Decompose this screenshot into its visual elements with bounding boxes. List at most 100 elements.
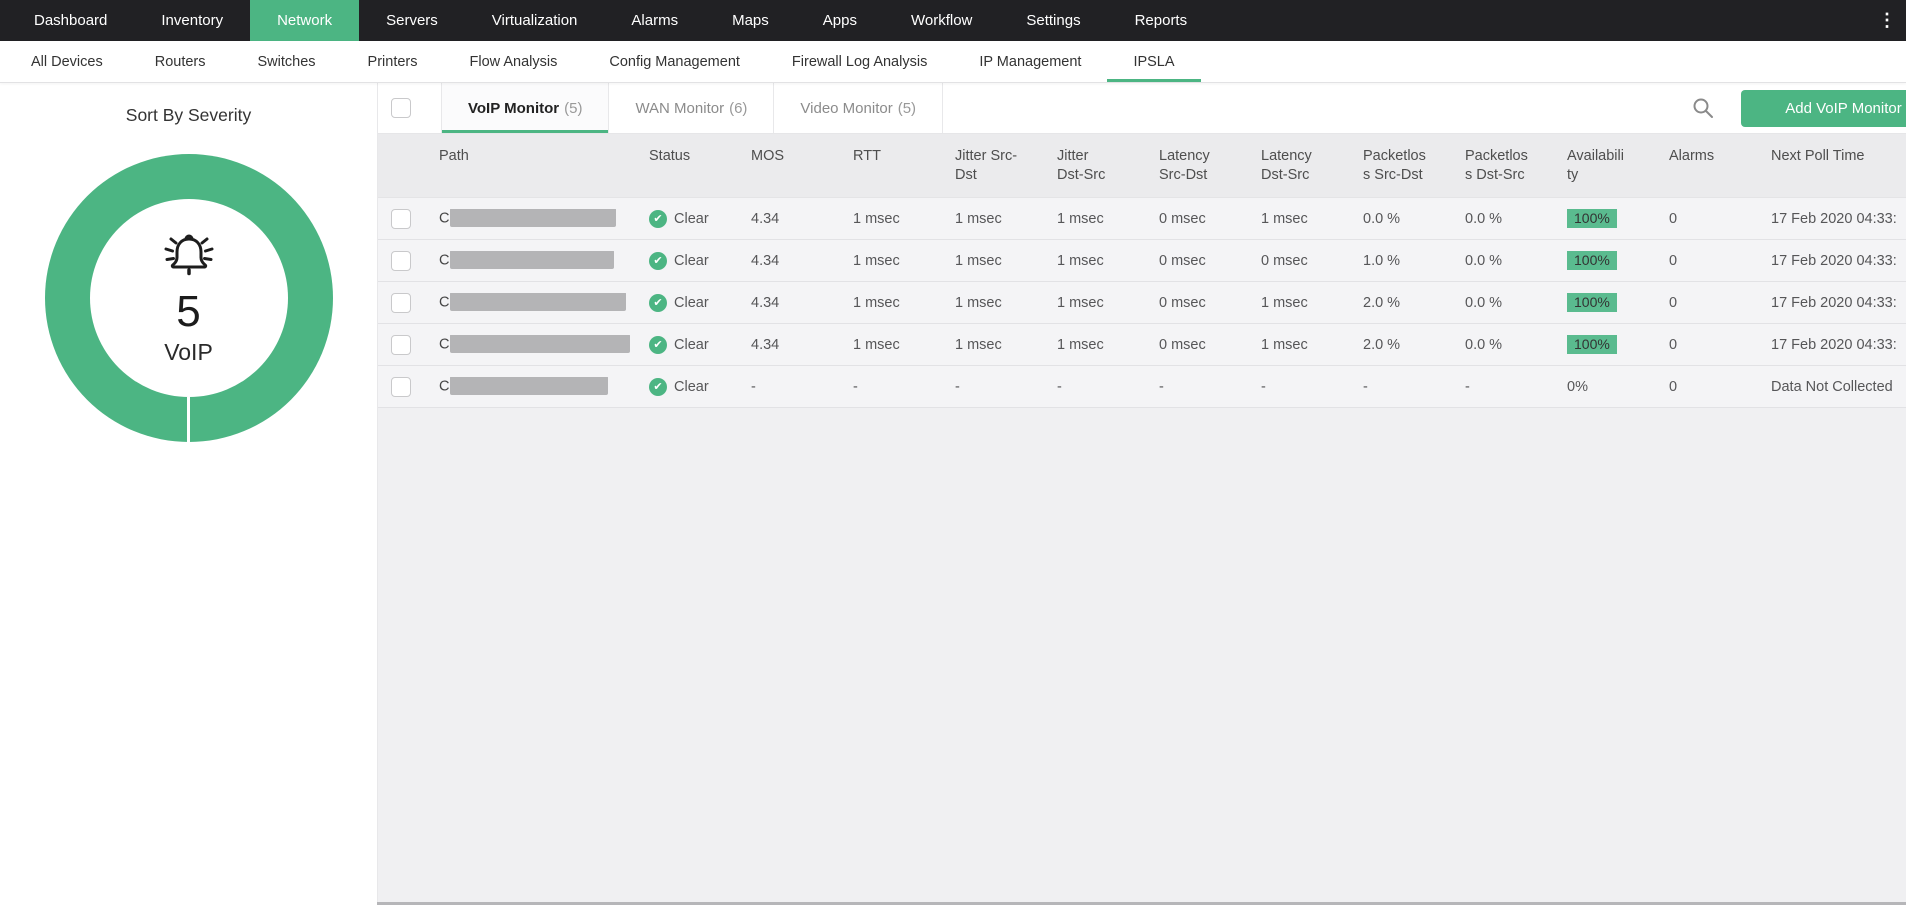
col-header-alarms[interactable]: Alarms bbox=[1669, 147, 1771, 197]
mos-cell: 4.34 bbox=[751, 253, 853, 269]
col-header-packetloss-src-dst[interactable]: Packetloss Src-Dst bbox=[1363, 147, 1465, 197]
topnav-item-alarms[interactable]: Alarms bbox=[604, 0, 705, 41]
path-cell: C bbox=[439, 251, 649, 270]
packetloss-src-dst-cell: 2.0 % bbox=[1363, 295, 1465, 311]
status-text: Clear bbox=[674, 337, 709, 353]
subnav-item-printers[interactable]: Printers bbox=[342, 41, 444, 82]
tab-video-monitor[interactable]: Video Monitor (5) bbox=[774, 83, 943, 133]
row-checkbox[interactable] bbox=[391, 251, 411, 271]
rtt-cell: 1 msec bbox=[853, 295, 955, 311]
col-header-status[interactable]: Status bbox=[649, 147, 751, 197]
table-row: C✔Clear4.341 msec1 msec1 msec0 msec1 mse… bbox=[378, 198, 1906, 240]
status-text: Clear bbox=[674, 295, 709, 311]
subnav-item-config-management[interactable]: Config Management bbox=[583, 41, 766, 82]
jitter-dst-src-cell: 1 msec bbox=[1057, 295, 1159, 311]
availability-cell: 100% bbox=[1567, 293, 1669, 312]
packetloss-dst-src-cell: - bbox=[1465, 379, 1567, 395]
tab-voip-monitor[interactable]: VoIP Monitor(5) bbox=[442, 83, 609, 133]
row-checkbox[interactable] bbox=[391, 209, 411, 229]
subnav-item-switches[interactable]: Switches bbox=[232, 41, 342, 82]
col-header-jitter-src-dst[interactable]: Jitter Src-Dst bbox=[955, 147, 1057, 197]
col-header-mos[interactable]: MOS bbox=[751, 147, 853, 197]
mos-cell: - bbox=[751, 379, 853, 395]
alarms-cell: 0 bbox=[1669, 211, 1771, 227]
alarms-cell: 0 bbox=[1669, 337, 1771, 353]
tab-label: Video Monitor bbox=[800, 100, 892, 117]
next-poll-cell: 17 Feb 2020 04:33: bbox=[1771, 337, 1906, 353]
table-row: C✔Clear--------0%0Data Not Collected bbox=[378, 366, 1906, 408]
jitter-dst-src-cell: - bbox=[1057, 379, 1159, 395]
status-cell: ✔ Clear bbox=[649, 252, 751, 270]
status-clear-icon: ✔ bbox=[649, 210, 667, 228]
mos-cell: 4.34 bbox=[751, 211, 853, 227]
tab-count: (6) bbox=[729, 100, 747, 117]
subnav-item-ip-management[interactable]: IP Management bbox=[953, 41, 1107, 82]
redacted-path-bar bbox=[450, 293, 626, 311]
table-row: C✔Clear4.341 msec1 msec1 msec0 msec1 mse… bbox=[378, 324, 1906, 366]
availability-cell: 100% bbox=[1567, 335, 1669, 354]
path-text: C bbox=[439, 210, 449, 226]
latency-dst-src-cell: 1 msec bbox=[1261, 211, 1363, 227]
col-header-latency-dst-src[interactable]: LatencyDst-Src bbox=[1261, 147, 1363, 197]
packetloss-src-dst-cell: 0.0 % bbox=[1363, 211, 1465, 227]
search-icon[interactable] bbox=[1692, 97, 1714, 119]
col-header-latency-src-dst[interactable]: LatencySrc-Dst bbox=[1159, 147, 1261, 197]
subnav-item-all-devices[interactable]: All Devices bbox=[5, 41, 129, 82]
severity-panel: Sort By Severity bbox=[0, 83, 377, 905]
topnav-item-apps[interactable]: Apps bbox=[796, 0, 884, 41]
subnav-item-firewall-log-analysis[interactable]: Firewall Log Analysis bbox=[766, 41, 953, 82]
table-header: PathStatusMOSRTTJitter Src-DstJitterDst-… bbox=[378, 134, 1906, 198]
add-voip-monitor-button[interactable]: Add VoIP Monitor bbox=[1741, 90, 1906, 127]
topnav-item-workflow[interactable]: Workflow bbox=[884, 0, 999, 41]
toolbar-right: Add VoIP Monitor bbox=[1692, 83, 1906, 133]
topnav-item-network[interactable]: Network bbox=[250, 0, 359, 41]
tab-count: (5) bbox=[898, 100, 916, 117]
col-header-path[interactable]: Path bbox=[439, 147, 649, 197]
subnav-item-flow-analysis[interactable]: Flow Analysis bbox=[444, 41, 584, 82]
packetloss-src-dst-cell: 1.0 % bbox=[1363, 253, 1465, 269]
topnav-item-maps[interactable]: Maps bbox=[705, 0, 796, 41]
packetloss-src-dst-cell: 2.0 % bbox=[1363, 337, 1465, 353]
rtt-cell: 1 msec bbox=[853, 211, 955, 227]
subnav-item-ipsla[interactable]: IPSLA bbox=[1107, 41, 1200, 82]
topnav-item-virtualization[interactable]: Virtualization bbox=[465, 0, 605, 41]
topnav-item-settings[interactable]: Settings bbox=[999, 0, 1107, 41]
tab-wan-monitor[interactable]: WAN Monitor(6) bbox=[609, 83, 774, 133]
latency-dst-src-cell: 1 msec bbox=[1261, 295, 1363, 311]
row-checkbox[interactable] bbox=[391, 293, 411, 313]
severity-donut-chart[interactable]: 5 VoIP bbox=[45, 154, 333, 442]
jitter-src-dst-cell: 1 msec bbox=[955, 211, 1057, 227]
table-body: C✔Clear4.341 msec1 msec1 msec0 msec1 mse… bbox=[378, 198, 1906, 408]
monitor-toolbar: VoIP Monitor(5)WAN Monitor(6)Video Monit… bbox=[378, 83, 1906, 134]
table-row: C✔Clear4.341 msec1 msec1 msec0 msec0 mse… bbox=[378, 240, 1906, 282]
col-header-jitter-dst-src[interactable]: JitterDst-Src bbox=[1057, 147, 1159, 197]
row-checkbox-cell bbox=[378, 293, 439, 313]
col-header-rtt[interactable]: RTT bbox=[853, 147, 955, 197]
next-poll-cell: Data Not Collected bbox=[1771, 379, 1906, 395]
col-header-next-poll-time[interactable]: Next Poll Time bbox=[1771, 147, 1906, 197]
status-clear-icon: ✔ bbox=[649, 336, 667, 354]
redacted-path-bar bbox=[450, 209, 616, 227]
col-header-availability[interactable]: Availability bbox=[1567, 147, 1669, 197]
row-checkbox[interactable] bbox=[391, 335, 411, 355]
jitter-dst-src-cell: 1 msec bbox=[1057, 337, 1159, 353]
packetloss-dst-src-cell: 0.0 % bbox=[1465, 253, 1567, 269]
topnav-item-dashboard[interactable]: Dashboard bbox=[7, 0, 134, 41]
subnav-item-routers[interactable]: Routers bbox=[129, 41, 232, 82]
col-header-packetloss-dst-src[interactable]: Packetloss Dst-Src bbox=[1465, 147, 1567, 197]
rtt-cell: - bbox=[853, 379, 955, 395]
topnav: DashboardInventoryNetworkServersVirtuali… bbox=[0, 0, 1906, 41]
content: Sort By Severity bbox=[0, 83, 1906, 905]
row-checkbox-cell bbox=[378, 251, 439, 271]
topnav-item-reports[interactable]: Reports bbox=[1108, 0, 1215, 41]
topnav-item-inventory[interactable]: Inventory bbox=[134, 0, 250, 41]
topnav-item-servers[interactable]: Servers bbox=[359, 0, 465, 41]
overflow-menu-icon[interactable]: ⋮ bbox=[1868, 0, 1906, 41]
row-checkbox[interactable] bbox=[391, 377, 411, 397]
row-checkbox-cell bbox=[378, 377, 439, 397]
rtt-cell: 1 msec bbox=[853, 253, 955, 269]
status-text: Clear bbox=[674, 253, 709, 269]
table-row: C✔Clear4.341 msec1 msec1 msec0 msec1 mse… bbox=[378, 282, 1906, 324]
status-clear-icon: ✔ bbox=[649, 252, 667, 270]
select-all-checkbox[interactable] bbox=[391, 98, 411, 118]
